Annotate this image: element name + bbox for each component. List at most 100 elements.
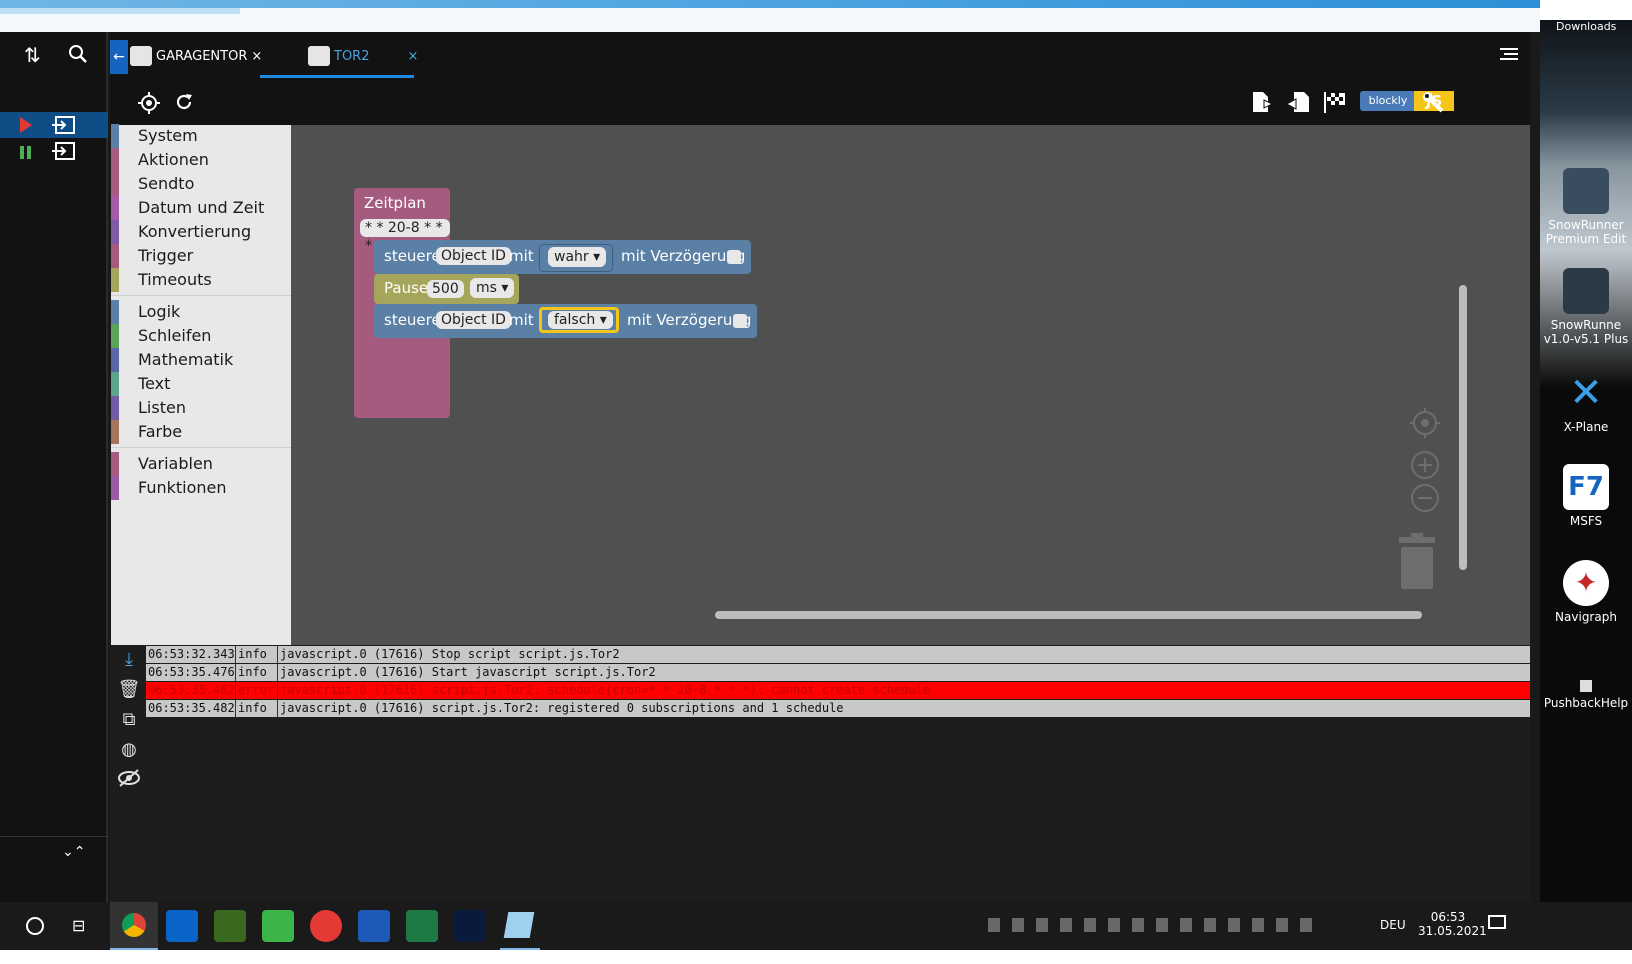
category-color-bar [111, 268, 119, 292]
recenter-icon[interactable] [1410, 408, 1440, 442]
desktop-icon-snowrunner-trainer[interactable]: SnowRunne v1.0-v5.1 Plus [1540, 268, 1632, 346]
pause-value-field[interactable]: 500 [427, 280, 464, 298]
toolbox-category-mathematik[interactable]: Mathematik [111, 348, 291, 372]
log-message: javascript.0 (17616) script.js.Tor2: sch… [280, 683, 931, 697]
dropdown-value: ms [476, 280, 497, 296]
delay-checkbox[interactable] [733, 314, 747, 328]
tab-garagentor[interactable]: GARAGENTOR × [130, 32, 262, 80]
app-icon-green[interactable] [214, 910, 246, 942]
notification-icon[interactable] [1488, 915, 1506, 929]
import-icon[interactable] [1285, 90, 1310, 118]
category-color-bar [111, 324, 119, 348]
taskbar-app-active[interactable] [500, 902, 540, 950]
toolbox-category-timeouts[interactable]: Timeouts [111, 268, 291, 292]
desktop-icon-pushbackhelper[interactable]: PushbackHelp [1540, 680, 1632, 710]
clear-log-icon[interactable]: 🗑 [117, 679, 141, 703]
toolbox-category-system[interactable]: System [111, 124, 291, 148]
toolbox-category-variablen[interactable]: Variablen [111, 452, 291, 476]
app-icon-red[interactable] [310, 910, 342, 942]
search-circle-icon[interactable] [26, 917, 44, 935]
cron-field[interactable]: * * 20-8 * * * [360, 219, 450, 254]
tab-close-icon[interactable]: × [407, 49, 418, 64]
outlook-icon[interactable] [166, 910, 198, 942]
category-color-bar [111, 148, 119, 172]
wahr-dropdown[interactable]: wahr ▾ [548, 247, 607, 267]
collapse-icon[interactable]: ⌄⌃ [62, 842, 85, 862]
running-script-row[interactable] [0, 112, 108, 138]
scroll-down-icon[interactable]: ⤓ [117, 649, 141, 673]
desktop-icon-xplane[interactable]: ✕ X-Plane [1540, 370, 1632, 434]
excel-icon[interactable] [406, 910, 438, 942]
blockly-label: blockly [1360, 91, 1416, 111]
unit-dropdown[interactable]: ms ▾ [470, 278, 515, 298]
object-id-field[interactable]: Object ID [436, 311, 511, 329]
toolbox-category-sendto[interactable]: Sendto [111, 172, 291, 196]
control-block-1[interactable]: steuere Object ID mit wahr ▾ mit Verzöge… [374, 240, 751, 274]
tab-tor2[interactable]: TOR2 × [308, 32, 418, 80]
paused-script-row[interactable] [0, 138, 108, 164]
category-color-bar [111, 452, 119, 476]
toolbox-category-funktionen[interactable]: Funktionen [111, 476, 291, 500]
toolbox-category-trigger[interactable]: Trigger [111, 244, 291, 268]
category-color-bar [111, 124, 119, 148]
script-export-icon[interactable] [52, 115, 76, 139]
hide-icon[interactable] [117, 769, 141, 793]
sort-icon[interactable]: ⇅ [24, 45, 41, 65]
tab-close-icon[interactable]: × [251, 49, 262, 64]
task-view-icon[interactable]: ⊟ [72, 916, 85, 935]
control-block-2[interactable]: steuere Object ID mit falsch ▾ mit Verzö… [374, 304, 757, 338]
menu-icon[interactable] [1500, 46, 1518, 65]
toolbox-category-logik[interactable]: Logik [111, 300, 291, 324]
toolbox-category-schleifen[interactable]: Schleifen [111, 324, 291, 348]
toolbox-category-aktionen[interactable]: Aktionen [111, 148, 291, 172]
log-console: ⤓ 🗑 ⧉ ◍ 06:53:32.343 info javascript.0 (… [111, 645, 1530, 902]
locate-icon[interactable] [138, 92, 160, 118]
search-icon[interactable] [68, 44, 88, 67]
taskbar-chrome-active[interactable] [110, 902, 158, 950]
wrench-icon[interactable] [1422, 91, 1444, 117]
pause-icon-bar [27, 146, 31, 159]
object-id-field[interactable]: Object ID [436, 247, 511, 265]
log-filter-icon[interactable]: ◍ [117, 739, 141, 763]
desktop-icon-label: MSFS [1569, 514, 1603, 528]
dropdown-value: falsch [554, 312, 596, 328]
falsch-dropdown[interactable]: falsch ▾ [548, 311, 613, 329]
delay-checkbox[interactable] [727, 250, 741, 264]
tab-label: TOR2 [334, 48, 370, 64]
blockly-workspace[interactable]: Zeitplan * * 20-8 * * * steuere Object I… [291, 125, 1530, 645]
tab-bar: ← GARAGENTOR × TOR2 × [110, 32, 1530, 80]
toolbox-category-text[interactable]: Text [111, 372, 291, 396]
app-icon-lime[interactable] [262, 910, 294, 942]
export-icon[interactable] [1250, 90, 1274, 118]
language-indicator[interactable]: DEU [1380, 918, 1406, 932]
pause-block[interactable]: Pause 500 ms ▾ [374, 274, 519, 304]
vertical-scrollbar[interactable] [1459, 285, 1467, 570]
back-arrow-icon[interactable]: ← [110, 40, 128, 74]
horizontal-scrollbar[interactable] [715, 611, 1422, 619]
toolbox-category-konvertierung[interactable]: Konvertierung [111, 220, 291, 244]
navigraph-icon: ✦ [1563, 560, 1609, 606]
zoom-out-icon[interactable] [1410, 483, 1440, 517]
blockly-js-toggle[interactable]: blockly JS [1316, 91, 1454, 111]
copy-icon[interactable]: ⧉ [117, 709, 141, 733]
script-export-icon-2[interactable] [52, 141, 76, 165]
log-row: 06:53:35.482 info javascript.0 (17616) s… [146, 700, 1530, 717]
play-icon[interactable] [20, 117, 32, 133]
toolbox-separator [111, 447, 291, 448]
control-label: steuere [384, 247, 441, 265]
toolbox-category-datum-und-zeit[interactable]: Datum und Zeit [111, 196, 291, 220]
system-tray-icons[interactable] [988, 918, 1318, 932]
desktop-icon-snowrunner-premium[interactable]: SnowRunner Premium Edit [1540, 168, 1632, 246]
trash-icon[interactable] [1397, 533, 1437, 593]
desktop-icon-msfs[interactable]: F7 MSFS [1540, 464, 1632, 528]
photoshop-icon[interactable] [454, 910, 486, 942]
toolbox-category-listen[interactable]: Listen [111, 396, 291, 420]
pause-icon[interactable] [20, 146, 24, 159]
taskbar-clock[interactable]: 06:53 31.05.2021 [1418, 910, 1487, 938]
zoom-in-icon[interactable] [1410, 450, 1440, 484]
word-icon[interactable] [358, 910, 390, 942]
chrome-icon [122, 913, 146, 937]
desktop-icon-navigraph[interactable]: ✦ Navigraph [1540, 560, 1632, 624]
refresh-icon[interactable] [174, 92, 194, 116]
toolbox-category-farbe[interactable]: Farbe [111, 420, 291, 444]
